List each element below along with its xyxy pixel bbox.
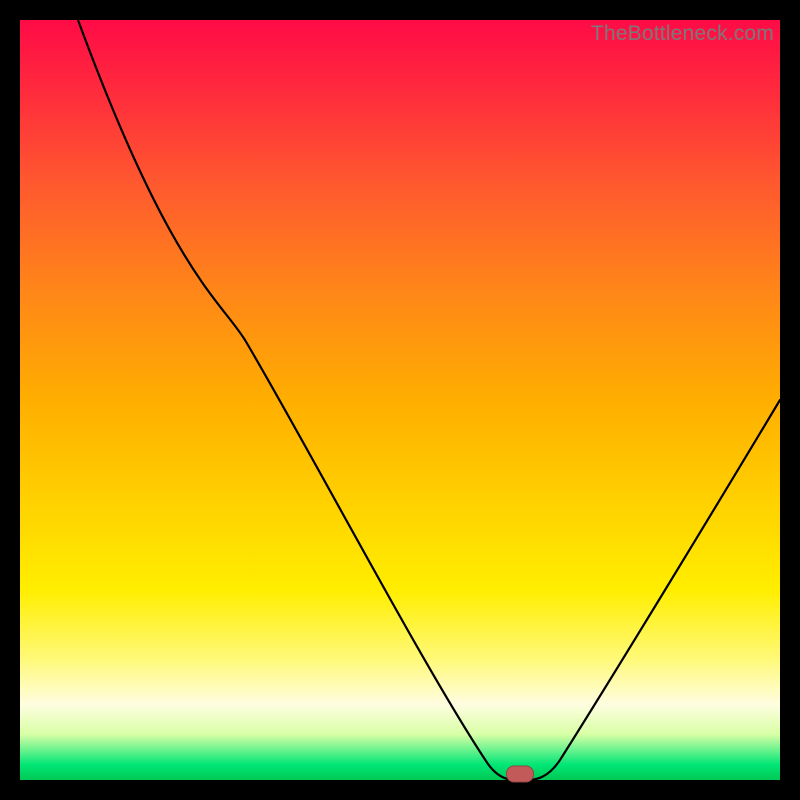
bottleneck-curve — [20, 20, 780, 780]
curve-path — [78, 20, 780, 780]
plot-area: TheBottleneck.com — [20, 20, 780, 780]
optimal-point-marker — [506, 766, 534, 783]
chart-frame: TheBottleneck.com — [0, 0, 800, 800]
